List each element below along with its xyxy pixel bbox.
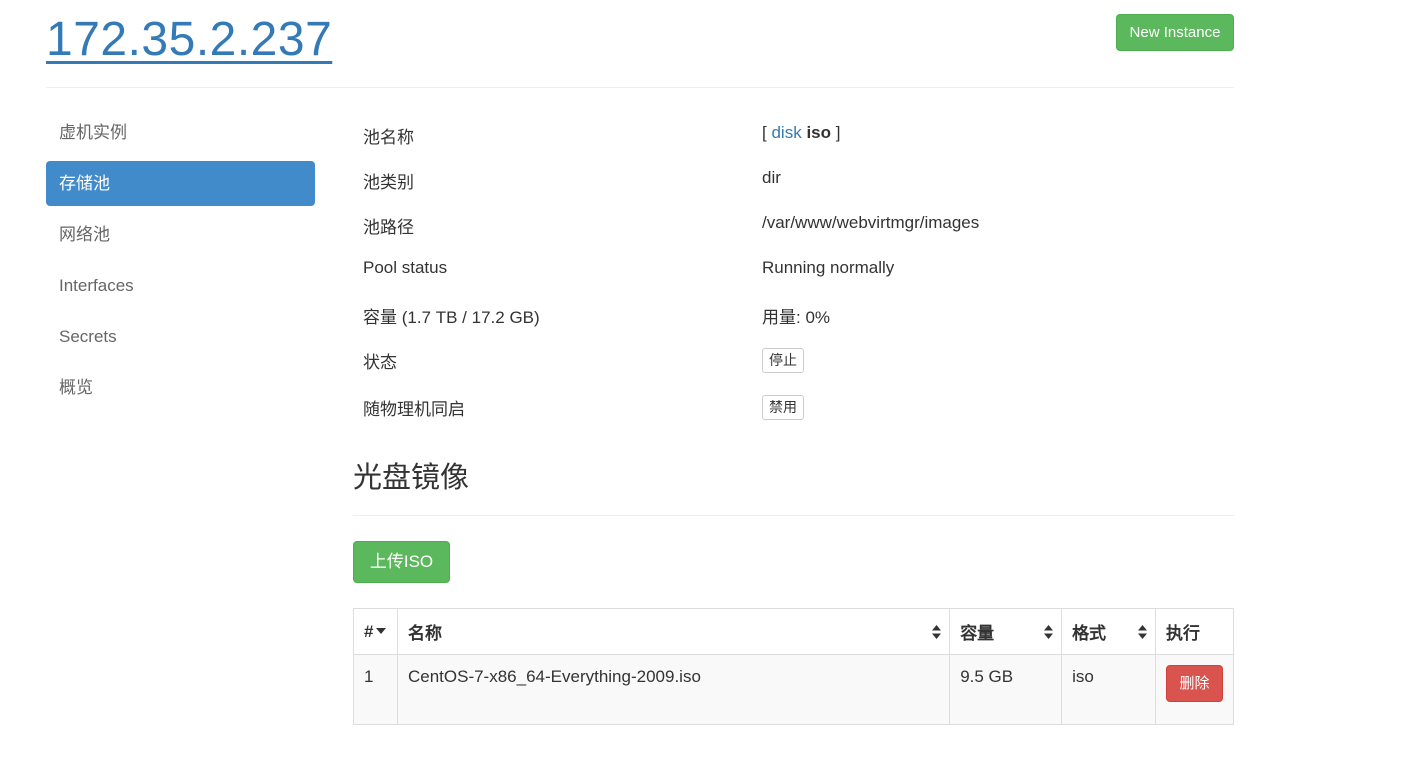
col-header-number[interactable]: # — [353, 608, 398, 655]
col-header-format[interactable]: 格式 — [1061, 608, 1156, 655]
sort-desc-icon — [376, 627, 387, 634]
pool-autostart-row: 随物理机同启 禁用 — [363, 395, 1233, 425]
pool-type-value: dir — [762, 168, 781, 187]
sidebar-item-secrets[interactable]: Secrets — [46, 314, 315, 359]
pool-capacity-label: 容量 (1.7 TB / 17.2 GB) — [363, 308, 540, 327]
sidebar-nav: 虚机实例 存储池 网络池 Interfaces Secrets 概览 — [46, 110, 315, 416]
col-header-name[interactable]: 名称 — [396, 608, 951, 655]
new-instance-button[interactable]: New Instance — [1116, 14, 1234, 51]
pool-path-row: 池路径 /var/www/webvirtmgr/images — [363, 213, 1233, 243]
cell-format: iso — [1061, 654, 1156, 725]
pool-status-row: Pool status Running normally — [363, 258, 1233, 288]
sidebar-item-overview[interactable]: 概览 — [46, 365, 315, 410]
stop-pool-button[interactable]: 停止 — [762, 348, 804, 373]
cell-name: CentOS-7-x86_64-Everything-2009.iso — [396, 654, 951, 725]
disable-autostart-button[interactable]: 禁用 — [762, 395, 804, 420]
col-header-action: 执行 — [1155, 608, 1234, 655]
pool-state-control: 停止 — [762, 348, 804, 373]
iso-table: # 名称 容量 格式 执行 1 CentOS-7-x86_64-Everythi… — [353, 608, 1234, 725]
pool-path-value: /var/www/webvirtmgr/images — [762, 213, 980, 232]
pool-autostart-label: 随物理机同启 — [363, 400, 465, 419]
pool-name-bold: iso — [806, 123, 831, 142]
pool-type-label: 池类别 — [363, 173, 414, 192]
pool-type-row: 池类别 dir — [363, 168, 1233, 198]
sidebar-item-interfaces[interactable]: Interfaces — [46, 263, 315, 308]
delete-iso-button[interactable]: 删除 — [1166, 665, 1223, 702]
sort-icon — [1044, 625, 1054, 639]
pool-status-label: Pool status — [363, 258, 448, 277]
cell-size: 9.5 GB — [949, 654, 1063, 725]
sort-icon — [1138, 625, 1147, 639]
pool-disk-link[interactable]: disk — [771, 123, 801, 142]
page: 172.35.2.237 New Instance 虚机实例 存储池 网络池 I… — [0, 0, 1407, 776]
pool-state-row: 状态 停止 — [363, 348, 1233, 378]
pool-status-value: Running normally — [762, 258, 895, 277]
cell-number: 1 — [353, 654, 398, 725]
pool-name-row: 池名称 [ disk iso ] — [363, 123, 1233, 153]
pool-capacity-row: 容量 (1.7 TB / 17.2 GB) 用量: 0% — [363, 303, 1233, 333]
pool-state-label: 状态 — [363, 353, 397, 372]
pool-path-label: 池路径 — [363, 218, 414, 237]
sidebar-item-storage-pools[interactable]: 存储池 — [46, 161, 315, 206]
section-divider — [353, 515, 1234, 516]
table-header-row: # 名称 容量 格式 执行 — [353, 608, 1234, 655]
host-title-link[interactable]: 172.35.2.237 — [46, 12, 332, 67]
cell-action: 删除 — [1155, 654, 1234, 725]
pool-usage-value: 用量: 0% — [762, 308, 831, 327]
bracket-open: [ — [762, 123, 767, 142]
pool-name-value: [ disk iso ] — [762, 123, 840, 143]
sidebar-item-network-pools[interactable]: 网络池 — [46, 212, 315, 257]
pool-name-label: 池名称 — [363, 128, 414, 147]
table-row: 1 CentOS-7-x86_64-Everything-2009.iso 9.… — [353, 654, 1234, 725]
upload-iso-button[interactable]: 上传ISO — [353, 541, 450, 583]
bracket-close: ] — [835, 123, 841, 142]
col-header-size[interactable]: 容量 — [949, 608, 1063, 655]
sort-icon — [932, 625, 942, 639]
header-divider — [46, 87, 1234, 88]
iso-section-title: 光盘镜像 — [353, 462, 470, 494]
pool-autostart-control: 禁用 — [762, 395, 804, 420]
sidebar-item-instances[interactable]: 虚机实例 — [46, 110, 315, 155]
